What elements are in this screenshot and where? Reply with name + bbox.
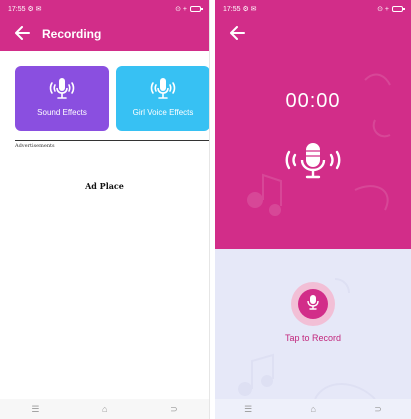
tap-to-record-label[interactable]: Tap to Record [215,333,411,343]
status-time: 17:55 ⚙ ✉ [223,6,257,13]
record-button[interactable] [291,282,335,326]
microphone-icon [15,74,109,102]
recording-screen: 17:55 ⚙ ✉ ⊙ + Recording Sound Effects Gi… [0,0,210,419]
back-icon[interactable]: ⊃ [170,404,178,415]
status-indicators: ⊙ + [175,6,187,13]
page-title: Recording [42,27,102,41]
microphone-icon [306,294,320,315]
status-bar: 17:55 ⚙ ✉ ⊙ + [215,0,411,18]
divider [15,140,209,141]
girl-voice-effects-button[interactable]: Girl Voice Effects [116,66,209,131]
girl-voice-effects-label: Girl Voice Effects [132,108,194,117]
menu-icon[interactable]: ☰ [244,404,252,415]
ad-label: Advertisements [15,143,55,149]
home-icon[interactable]: ⌂ [102,404,107,414]
home-icon[interactable]: ⌂ [311,404,316,414]
sound-effects-button[interactable]: Sound Effects [15,66,109,131]
status-time: 17:55 ⚙ ✉ [8,6,42,13]
record-button-inner [298,289,328,319]
battery-icon [190,6,203,12]
microphone-icon [116,74,209,102]
app-bar: Recording [0,18,209,50]
back-icon[interactable]: ⊃ [374,404,382,415]
sound-effects-label: Sound Effects [37,108,87,117]
back-arrow-icon[interactable] [8,25,36,43]
status-bar: 17:55 ⚙ ✉ ⊙ + [0,0,209,18]
recording-timer: 00:00 [285,90,341,112]
menu-icon[interactable]: ☰ [31,404,39,415]
system-nav-bar: ☰ ⌂ ⊃ [215,399,411,419]
ad-placeholder: Ad Place [85,181,124,191]
record-screen: 17:55 ⚙ ✉ ⊙ + 00:00 Tap to Record ☰ ⌂ ⊃ [215,0,411,419]
microphone-icon [285,140,341,180]
status-indicators: ⊙ + [377,6,389,13]
back-arrow-icon[interactable] [223,25,251,43]
system-nav-bar: ☰ ⌂ ⊃ [0,399,209,419]
app-bar [215,18,411,50]
battery-icon [392,6,405,12]
